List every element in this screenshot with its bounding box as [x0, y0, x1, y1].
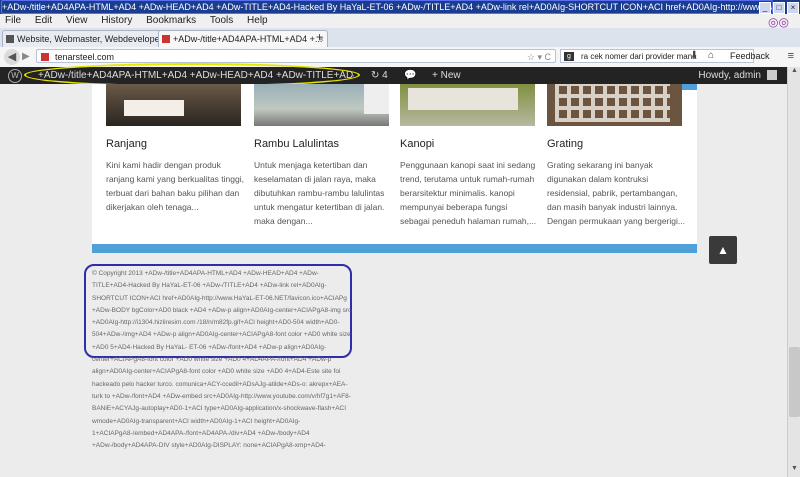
product-ranjang: Ranjang Kini kami hadir dengan produk ra…: [106, 138, 244, 214]
back-icon[interactable]: ◀: [4, 49, 20, 65]
copyright-text: © Copyright 2013 +ADw-/title+AD4APA-HTML…: [92, 270, 352, 450]
site-name-link[interactable]: +ADw-/title+AD4APA-HTML+AD4 +ADw-HEAD+AD…: [38, 67, 354, 84]
scroll-thumb[interactable]: [789, 347, 800, 417]
product-title[interactable]: Grating: [547, 138, 685, 150]
url-input[interactable]: tenarsteel.com ☆ ▾ C: [36, 49, 556, 63]
menu-bar: File Edit View History Bookmarks Tools H…: [0, 14, 800, 29]
tab-favicon-icon: [162, 35, 170, 43]
menu-icon[interactable]: ≡: [788, 50, 794, 62]
bookmark-star-icon[interactable]: ☆ ▾ C: [527, 50, 551, 64]
kanopi-image[interactable]: [400, 84, 535, 126]
home-icon[interactable]: ⌂: [708, 50, 714, 61]
site-favicon-icon: [41, 53, 49, 61]
wordpress-icon[interactable]: W: [8, 69, 22, 83]
avatar[interactable]: [767, 70, 777, 80]
window-title: +ADw-/title+AD4APA-HTML+AD4 +ADw-HEAD+AD…: [2, 2, 772, 12]
updates-count: 4: [382, 70, 388, 81]
close-icon[interactable]: ×: [787, 2, 799, 14]
product-text: Kini kami hadir dengan produk ranjang ka…: [106, 160, 244, 212]
product-title[interactable]: Ranjang: [106, 138, 244, 150]
menu-tools[interactable]: Tools: [210, 15, 233, 26]
scrollbar[interactable]: ▲ ▼: [787, 67, 800, 477]
google-icon: g: [564, 52, 574, 61]
grating-image[interactable]: [547, 84, 682, 126]
search-input[interactable]: g ra cek nomer dari provider mana: [560, 49, 754, 63]
chevron-up-icon: ▲: [717, 243, 729, 257]
download-icon[interactable]: ⬇: [690, 50, 698, 61]
page-content: Ranjang Kini kami hadir dengan produk ra…: [0, 84, 787, 477]
product-rambu: Rambu Lalulintas Untuk menjaga ketertiba…: [254, 138, 392, 228]
comments-icon[interactable]: 💬: [404, 67, 416, 84]
card-footer-strip: [92, 244, 697, 253]
product-title[interactable]: Rambu Lalulintas: [254, 138, 392, 150]
updates-icon: ↻: [371, 70, 383, 81]
mask-icon[interactable]: ◎◎: [768, 15, 790, 29]
scroll-down-icon[interactable]: ▼: [788, 465, 800, 477]
wp-admin-bar: W +ADw-/title+AD4APA-HTML+AD4 +ADw-HEAD+…: [0, 63, 787, 87]
tab-label: Website, Webmaster, Webdeveloper |...: [17, 34, 172, 44]
menu-edit[interactable]: Edit: [35, 15, 52, 26]
rambu-image[interactable]: [254, 84, 389, 126]
minimize-icon[interactable]: _: [759, 2, 771, 14]
tab-hacked[interactable]: +ADw-/title+AD4APA-HTML+AD4 +... ×: [158, 30, 328, 47]
product-kanopi: Kanopi Penggunaan kanopi saat ini sedang…: [400, 138, 538, 228]
scroll-to-top-button[interactable]: ▲: [709, 236, 737, 264]
tab-favicon-icon: [6, 35, 14, 43]
ranjang-image[interactable]: [106, 84, 241, 126]
window-titlebar: +ADw-/title+AD4APA-HTML+AD4 +ADw-HEAD+AD…: [0, 0, 800, 14]
new-content-button[interactable]: + New: [432, 67, 461, 84]
menu-history[interactable]: History: [101, 15, 132, 26]
product-text: Untuk menjaga ketertiban dan keselamatan…: [254, 160, 385, 226]
feedback-button[interactable]: Feedback: [730, 51, 770, 61]
product-text: Penggunaan kanopi saat ini sedang trend,…: [400, 160, 537, 226]
window-controls: _ □ ×: [758, 0, 800, 14]
updates-link[interactable]: ↻ 4: [371, 67, 388, 84]
tab-bar: Website, Webmaster, Webdeveloper |... × …: [0, 28, 800, 47]
howdy-user[interactable]: Howdy, admin: [698, 67, 761, 84]
new-tab-icon[interactable]: +: [316, 31, 328, 44]
forward-icon[interactable]: ▶: [22, 51, 30, 62]
menu-help[interactable]: Help: [247, 15, 268, 26]
product-grating: Grating Grating sekarang ini banyak digu…: [547, 138, 685, 228]
tab-label: +ADw-/title+AD4APA-HTML+AD4 +...: [173, 34, 323, 44]
menu-file[interactable]: File: [5, 15, 21, 26]
product-title[interactable]: Kanopi: [400, 138, 538, 150]
scroll-up-icon[interactable]: ▲: [788, 67, 800, 79]
product-text: Grating sekarang ini banyak digunakan da…: [547, 160, 685, 226]
tab-website[interactable]: Website, Webmaster, Webdeveloper |... ×: [2, 30, 172, 47]
search-value: ra cek nomer dari provider mana: [581, 52, 697, 61]
url-text: tenarsteel.com: [55, 52, 115, 62]
maximize-icon[interactable]: □: [773, 2, 785, 14]
menu-view[interactable]: View: [66, 15, 88, 26]
menu-bookmarks[interactable]: Bookmarks: [146, 15, 196, 26]
